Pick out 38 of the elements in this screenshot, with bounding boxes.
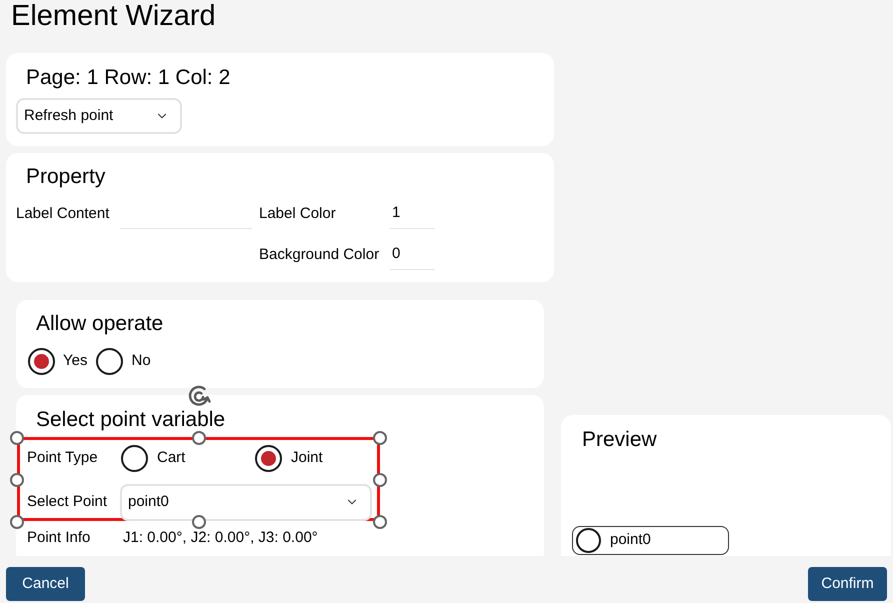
option-label: No: [131, 350, 151, 371]
field-label: Label Color: [259, 204, 337, 224]
field-label: Select Point: [27, 492, 108, 512]
section-title: Property: [26, 164, 106, 190]
dropdown[interactable]: point0: [120, 484, 372, 520]
text-field[interactable]: 0: [390, 240, 435, 270]
field-label: Point Type: [27, 448, 99, 468]
dropdown[interactable]: Refresh point: [16, 98, 182, 134]
option-label: Joint: [291, 448, 323, 468]
point-info-value: J1: 0.00°, J2: 0.00°, J3: 0.00°: [123, 528, 318, 548]
rotate-icon[interactable]: [187, 384, 211, 408]
resize-handle[interactable]: [192, 431, 206, 445]
option-label: Cart: [157, 448, 186, 468]
field-label: Point Info: [27, 528, 92, 548]
radio-button[interactable]: [96, 348, 124, 374]
resize-handle[interactable]: [373, 515, 387, 529]
radio-button[interactable]: [28, 348, 55, 374]
resize-handle[interactable]: [192, 515, 206, 529]
option-label: Yes: [63, 350, 88, 371]
radio-button[interactable]: [121, 445, 148, 472]
radio-button[interactable]: [576, 528, 601, 553]
cancel-button[interactable]: Cancel: [6, 567, 85, 601]
resize-handle[interactable]: [10, 431, 24, 445]
location-text: Page: 1 Row: 1 Col: 2: [26, 65, 230, 91]
resize-handle[interactable]: [10, 473, 24, 487]
section-title: Preview: [582, 427, 657, 453]
resize-handle[interactable]: [10, 515, 24, 529]
section-title: Select point variable: [36, 408, 226, 432]
widget-label: point0: [610, 530, 651, 550]
resize-handle[interactable]: [373, 473, 387, 487]
field-label: Background Color: [259, 244, 380, 265]
section-title: Allow operate: [36, 311, 164, 337]
confirm-button[interactable]: Confirm: [808, 567, 887, 601]
window-title: Element Wizard: [11, 0, 216, 32]
radio-button[interactable]: [255, 445, 282, 472]
text-field[interactable]: 1: [390, 199, 435, 229]
resize-handle[interactable]: [373, 431, 387, 445]
field-label: Label Content: [16, 204, 110, 224]
